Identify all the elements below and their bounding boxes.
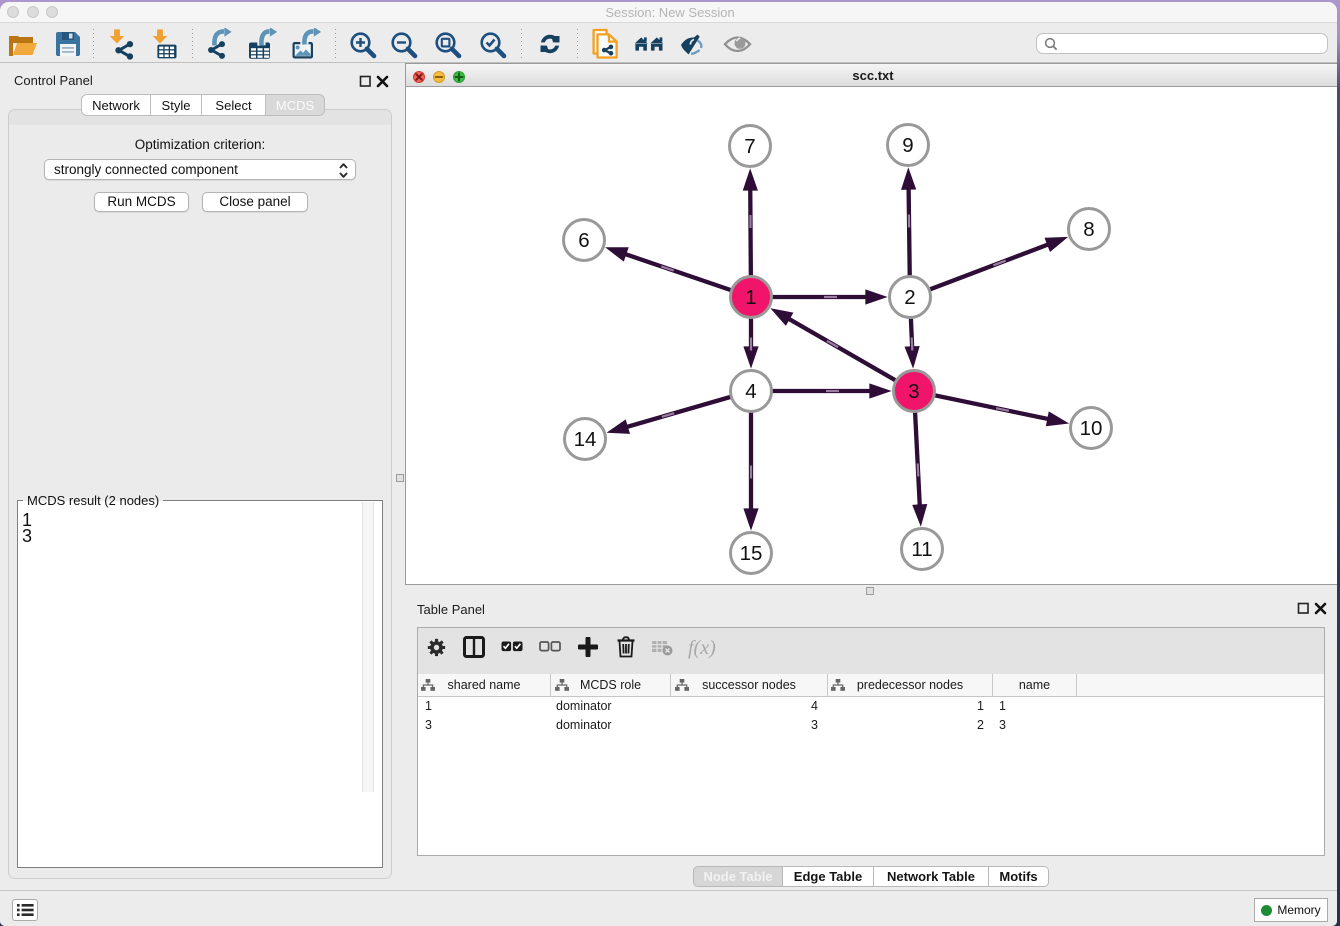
svg-text:7: 7 [744, 135, 755, 158]
svg-text:10: 10 [1080, 417, 1103, 440]
svg-text:14: 14 [574, 428, 597, 451]
svg-text:2: 2 [904, 286, 915, 309]
svg-text:4: 4 [745, 380, 756, 403]
svg-text:1: 1 [745, 286, 756, 309]
svg-text:15: 15 [740, 542, 763, 565]
svg-text:3: 3 [908, 380, 919, 403]
svg-text:9: 9 [902, 134, 913, 157]
svg-text:8: 8 [1083, 218, 1094, 241]
svg-text:11: 11 [911, 538, 932, 561]
svg-text:6: 6 [578, 229, 589, 252]
